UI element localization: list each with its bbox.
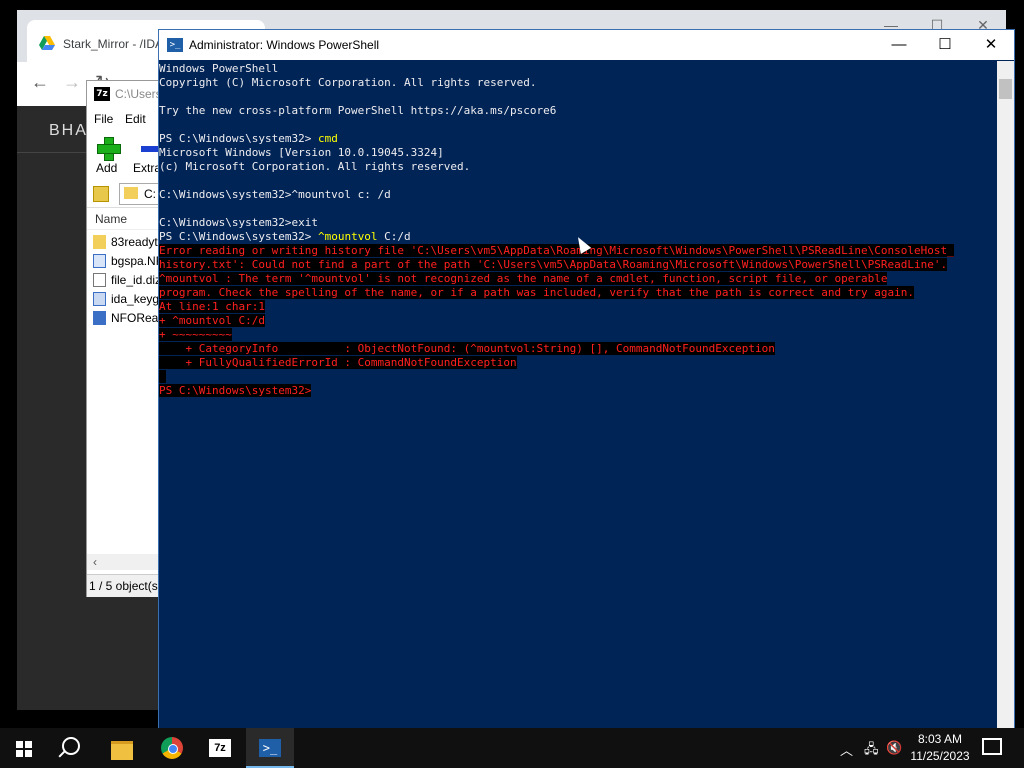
google-drive-icon [39,36,55,50]
chrome-tab-title: Stark_Mirror - /IDA [63,37,164,51]
console-line: + FullyQualifiedErrorId : CommandNotFoun… [159,356,517,370]
action-center-icon[interactable] [982,738,1002,755]
powershell-window: >_ Administrator: Windows PowerShell — ☐ ✕… [158,29,1015,729]
console-line-text: + ^mountvol C:/d [159,314,265,327]
console-line-text: Windows PowerShell [159,62,279,75]
console-line: At line:1 char:1 [159,300,265,314]
console-line-text: At line:1 char:1 [159,300,265,313]
maximize-button[interactable]: ☐ [922,30,968,60]
console-line-text: C:\Windows\system32>exit [159,216,318,229]
file-name: bgspa.NF [111,254,164,268]
console-line: + ~~~~~~~~~ [159,328,232,342]
console-line-text: + FullyQualifiedErrorId : CommandNotFoun… [159,356,517,369]
site-brand-text: BHA [49,122,88,139]
chrome-icon[interactable] [148,728,196,768]
clock-date: 11/25/2023 [910,749,970,763]
console-line-text: PS C:\Windows\system32> [159,230,318,243]
extract-button-label[interactable]: Extra [133,161,161,175]
file-explorer-icon[interactable] [98,728,146,768]
console-line: PS C:\Windows\system32> cmd [159,132,338,146]
console-line-text: Microsoft Windows [Version 10.0.19045.33… [159,146,444,159]
console-command: ^mountvol [317,230,378,243]
powershell-scrollbar[interactable] [997,61,1014,728]
console-line-text: ^mountvol : The term '^mountvol' is not … [159,272,888,285]
powershell-icon: >_ [167,38,183,52]
console-line: Try the new cross-platform PowerShell ht… [159,104,556,118]
column-name[interactable]: Name [95,212,127,226]
console-line: + ^mountvol C:/d [159,314,265,328]
menu-file[interactable]: File [94,112,113,126]
console-line-text [159,370,166,383]
console-line: history.txt': Could not find a part of t… [159,258,948,272]
console-line: Error reading or writing history file 'C… [159,244,954,258]
taskbar: 7z >_ ︿ 🖧 🔇 8:03 AM 11/25/2023 [0,728,1024,768]
clock-time: 8:03 AM [917,732,963,746]
7zip-address-text: C: [144,187,156,201]
file-name: 83readyto [111,235,165,249]
start-icon[interactable] [0,728,48,768]
console-command: cmd [317,132,338,145]
file-name: NFORead [111,311,166,325]
folder-up-icon[interactable] [93,186,109,202]
powershell-window-controls: — ☐ ✕ [876,30,1014,60]
scroll-left-icon[interactable]: ‹ [93,555,97,569]
menu-edit[interactable]: Edit [125,112,146,126]
volume-muted-icon[interactable]: 🔇 [886,740,902,756]
system-clock[interactable]: 8:03 AM 11/25/2023 [905,731,975,765]
7zip-title-path: C:\Users [115,87,162,101]
console-line: program. Check the spelling of the name,… [159,286,914,300]
console-line: Windows PowerShell [159,62,278,76]
network-icon[interactable]: 🖧 [864,740,879,762]
add-button-label[interactable]: Add [96,161,117,175]
close-button[interactable]: ✕ [968,30,1014,60]
console-line: C:\Windows\system32>^mountvol c: /d [159,188,391,202]
console-line: PS C:\Windows\system32> ^mountvol C:/d [159,230,411,244]
powershell-taskbar-icon[interactable]: >_ [246,728,294,768]
console-line: Microsoft Windows [Version 10.0.19045.33… [159,146,444,160]
console-line-text: + ~~~~~~~~~ [159,328,232,341]
powershell-title-bar: >_ Administrator: Windows PowerShell — ☐ ✕ [159,30,1014,60]
console-line: C:\Windows\system32>exit [159,216,318,230]
7zip-taskbar-icon[interactable]: 7z [196,728,244,768]
console-line-text: PS C:\Windows\system32> [159,384,312,397]
console-line-text: Copyright (C) Microsoft Corporation. All… [159,76,537,89]
shortcut-icon [93,311,106,325]
folder-icon [93,235,106,249]
forward-arrow-icon[interactable]: → [63,72,81,93]
console-line-text: Try the new cross-platform PowerShell ht… [159,104,557,117]
console-line: PS C:\Windows\system32> [159,384,312,398]
console-line: Copyright (C) Microsoft Corporation. All… [159,76,537,90]
back-arrow-icon[interactable]: ← [31,72,49,93]
text-file-icon [93,273,106,287]
console-line: (c) Microsoft Corporation. All rights re… [159,160,470,174]
console-line-text: program. Check the spelling of the name,… [159,286,914,299]
7zip-logo-icon: 7z [94,87,110,101]
console-line-text: Error reading or writing history file 'C… [159,244,954,257]
minimize-button[interactable]: — [876,30,922,60]
powershell-title: Administrator: Windows PowerShell [189,38,380,52]
console-line-text: PS C:\Windows\system32> [159,132,318,145]
console-line: ^mountvol : The term '^mountvol' is not … [159,272,888,286]
scrollbar-thumb[interactable] [999,79,1012,99]
console-line-text: (c) Microsoft Corporation. All rights re… [159,160,471,173]
console-line: + CategoryInfo : ObjectNotFound: (^mount… [159,342,775,356]
nfo-file-icon [93,254,106,268]
console-line-text: + CategoryInfo : ObjectNotFound: (^mount… [159,342,775,355]
console-command-args: C:/d [377,230,411,243]
powershell-console[interactable]: Windows PowerShell Copyright (C) Microsof… [159,61,998,728]
console-line-text: C:\Windows\system32>^mountvol c: /d [159,188,391,201]
chevron-up-icon[interactable]: ︿ [840,740,853,759]
executable-icon [93,292,106,306]
folder-icon [124,187,138,199]
7zip-status-text: 1 / 5 object(s) [89,579,162,593]
console-line [159,370,166,384]
search-icon[interactable] [48,728,96,768]
add-icon[interactable] [97,137,121,161]
console-line-text: history.txt': Could not find a part of t… [159,258,948,271]
file-name: file_id.diz [111,273,162,287]
